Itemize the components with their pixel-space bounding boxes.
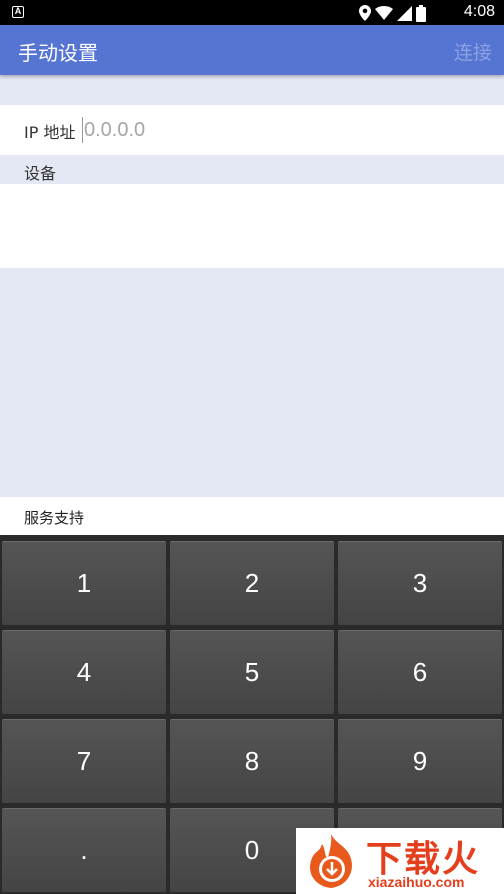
key-2[interactable]: 2 [170,541,334,625]
key-4[interactable]: 4 [2,630,166,714]
device-list [0,184,504,268]
location-icon [359,5,371,21]
page-title: 手动设置 [18,41,98,65]
status-bar: A 4:08 [0,0,504,25]
ip-address-label: IP 地址 [24,123,76,142]
watermark-url: xiazaihuo.com [368,874,465,890]
service-support-row[interactable]: 服务支持 [0,497,504,535]
ip-address-row: IP 地址 [0,105,504,155]
key-5[interactable]: 5 [170,630,334,714]
key-7[interactable]: 7 [2,719,166,803]
devices-section-label: 设备 [24,164,57,183]
text-cursor [82,117,83,143]
status-icons [359,4,426,22]
key-1[interactable]: 1 [2,541,166,625]
notification-a-icon: A [12,6,24,18]
key-8[interactable]: 8 [170,719,334,803]
battery-icon [416,4,426,22]
connect-button[interactable]: 连接 [454,38,492,65]
key-dot[interactable]: . [2,808,166,892]
service-support-label: 服务支持 [24,509,85,527]
flame-logo-icon [310,834,352,888]
key-9[interactable]: 9 [338,719,502,803]
watermark: 下载火 xiazaihuo.com [296,828,504,894]
key-6[interactable]: 6 [338,630,502,714]
signal-icon [397,5,412,21]
wifi-icon [375,6,393,20]
ip-address-input[interactable] [84,115,484,145]
key-3[interactable]: 3 [338,541,502,625]
clock: 4:08 [463,3,495,20]
app-bar: 手动设置 连接 [0,25,504,75]
